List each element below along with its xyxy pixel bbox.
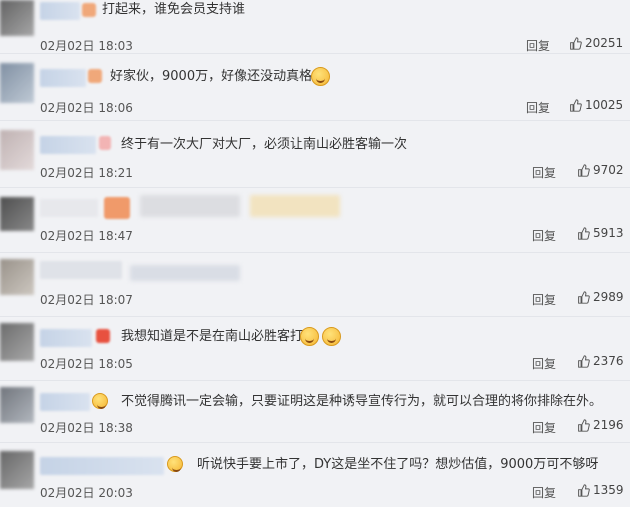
- like-count: 5913: [593, 226, 624, 240]
- like-button[interactable]: 20251: [569, 36, 623, 50]
- comment-item: 02月02日 18:47 回复 5913: [0, 189, 630, 253]
- reply-button[interactable]: 回复: [532, 291, 556, 308]
- avatar[interactable]: [0, 63, 34, 103]
- username-blurred[interactable]: [40, 329, 92, 347]
- username-blurred[interactable]: [40, 199, 98, 217]
- comment-time: 02月02日 18:05: [40, 357, 133, 371]
- like-button[interactable]: 2196: [577, 418, 624, 432]
- comment-time: 02月02日 18:03: [40, 39, 133, 53]
- comment-item: 02月02日 18:07 回复 2989: [0, 253, 630, 317]
- comment-list: 打起来，谁免会员支持谁 02月02日 18:03 回复 20251 好家伙，90…: [0, 0, 630, 507]
- like-count: 1359: [593, 483, 624, 497]
- avatar[interactable]: [0, 130, 34, 170]
- username-blurred[interactable]: [40, 261, 122, 279]
- comment-item: 打起来，谁免会员支持谁 02月02日 18:03 回复 20251: [0, 0, 630, 54]
- like-count: 2376: [593, 354, 624, 368]
- like-button[interactable]: 9702: [577, 163, 624, 177]
- reply-button[interactable]: 回复: [532, 484, 556, 501]
- comment-time: 02月02日 18:06: [40, 101, 133, 115]
- avatar[interactable]: [0, 323, 34, 361]
- user-badge-icon: [82, 3, 96, 17]
- username-blurred[interactable]: [40, 2, 80, 20]
- comment-item: 听说快手要上市了，DY这是坐不住了吗？想炒估值，9000万可不够呀 02月02日…: [0, 443, 630, 507]
- reply-button[interactable]: 回复: [532, 355, 556, 372]
- reply-button[interactable]: 回复: [526, 37, 550, 54]
- reply-button[interactable]: 回复: [532, 164, 556, 181]
- emoji-icon: [322, 327, 341, 346]
- like-button[interactable]: 2989: [577, 290, 624, 304]
- like-button[interactable]: 1359: [577, 483, 624, 497]
- comment-item: 好家伙，9000万，好像还没动真格的 02月02日 18:06 回复 10025: [0, 55, 630, 121]
- like-button[interactable]: 10025: [569, 98, 623, 112]
- comment-time: 02月02日 18:38: [40, 421, 133, 435]
- comment-text: 我想知道是不是在南山必胜客打: [121, 329, 304, 344]
- avatar[interactable]: [0, 0, 34, 36]
- comment-text: 终于有一次大厂对大厂，必须让南山必胜客输一次: [121, 137, 408, 152]
- thumbs-up-icon: [578, 354, 590, 368]
- comment-text-blurred: [130, 265, 240, 281]
- thumbs-up-icon: [578, 226, 590, 240]
- like-count: 20251: [585, 36, 624, 50]
- user-badge-icon: [99, 136, 111, 150]
- avatar[interactable]: [0, 197, 34, 231]
- comment-time: 02月02日 20:03: [40, 486, 133, 500]
- avatar[interactable]: [0, 387, 34, 423]
- emoji-icon: [300, 327, 319, 346]
- emoji-icon: [92, 393, 108, 409]
- thumbs-up-icon: [578, 418, 590, 432]
- user-badge-icon: [104, 197, 130, 219]
- comment-text: 听说快手要上市了，DY这是坐不住了吗？想炒估值，9000万可不够呀: [197, 457, 599, 472]
- comment-item: 我想知道是不是在南山必胜客打 02月02日 18:05 回复 2376: [0, 317, 630, 381]
- thumbs-up-icon: [570, 36, 582, 50]
- thumbs-up-icon: [578, 163, 590, 177]
- avatar[interactable]: [0, 451, 34, 489]
- username-blurred[interactable]: [40, 69, 86, 87]
- like-button[interactable]: 5913: [577, 226, 624, 240]
- like-count: 2989: [593, 290, 624, 304]
- like-count: 2196: [593, 418, 624, 432]
- like-button[interactable]: 2376: [577, 354, 624, 368]
- reply-button[interactable]: 回复: [532, 419, 556, 436]
- user-badge-icon: [88, 69, 102, 83]
- username-blurred[interactable]: [40, 457, 164, 475]
- comment-text-blurred: [140, 195, 240, 217]
- like-count: 10025: [585, 98, 624, 112]
- comment-item: 不觉得腾讯一定会输，只要证明这是种诱导宣传行为，就可以合理的将你排除在外。 02…: [0, 381, 630, 443]
- reply-button[interactable]: 回复: [532, 227, 556, 244]
- emoji-icon: [311, 67, 330, 86]
- thumbs-up-icon: [578, 483, 590, 497]
- comment-text: 打起来，谁免会员支持谁: [102, 2, 246, 17]
- avatar[interactable]: [0, 259, 34, 295]
- username-blurred[interactable]: [40, 136, 96, 154]
- comment-text: 不觉得腾讯一定会输，只要证明这是种诱导宣传行为，就可以合理的将你排除在外。: [121, 394, 603, 409]
- comment-time: 02月02日 18:07: [40, 293, 133, 307]
- thumbs-up-icon: [578, 290, 590, 304]
- reply-button[interactable]: 回复: [526, 99, 550, 116]
- emoji-icon: [167, 456, 183, 472]
- comment-time: 02月02日 18:21: [40, 166, 133, 180]
- comment-text: 好家伙，9000万，好像还没动真格的: [110, 69, 326, 84]
- user-badge-icon: [96, 329, 110, 343]
- like-count: 9702: [593, 163, 624, 177]
- username-blurred[interactable]: [40, 393, 90, 411]
- comment-time: 02月02日 18:47: [40, 229, 133, 243]
- comment-text-blurred: [250, 195, 340, 217]
- comment-item: 终于有一次大厂对大厂，必须让南山必胜客输一次 02月02日 18:21 回复 9…: [0, 122, 630, 188]
- thumbs-up-icon: [570, 98, 582, 112]
